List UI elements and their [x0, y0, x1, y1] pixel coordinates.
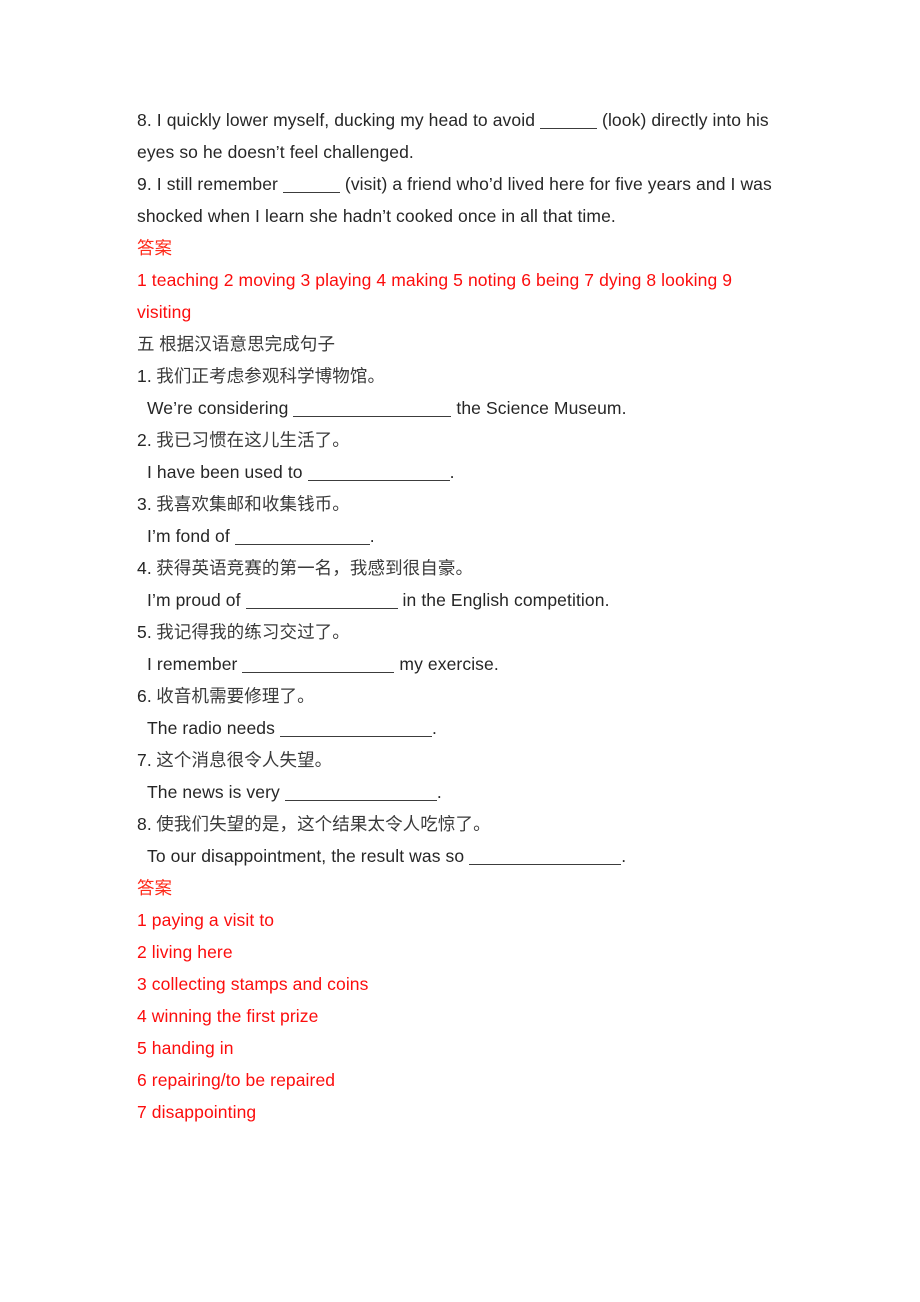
english-before: I remember: [147, 654, 238, 674]
worksheet-page: 8. I quickly lower myself, ducking my he…: [0, 0, 920, 1302]
english-after: .: [369, 526, 375, 546]
fill-blank[interactable]: [284, 800, 437, 801]
english-before: I’m proud of: [147, 590, 241, 610]
fill-blank[interactable]: [245, 608, 398, 609]
answer-line: 3 collecting stamps and coins: [137, 974, 369, 994]
english-before: I’m fond of: [147, 526, 230, 546]
answer-heading-section-five: 答案: [137, 878, 172, 898]
exercise-item-8: 8. I quickly lower myself, ducking my he…: [137, 104, 780, 168]
section-five-item-4-english: I’m proud of in the English competition.: [137, 584, 780, 616]
answer-line: 4 winning the first prize: [137, 1006, 319, 1026]
english-after: .: [449, 462, 455, 482]
answer-line: 2 living here: [137, 942, 233, 962]
chinese-prompt: 我喜欢集邮和收集钱币。: [156, 494, 350, 514]
section-five-item-5-english: I remember my exercise.: [137, 648, 780, 680]
chinese-prompt: 我们正考虑参观科学博物馆。: [156, 366, 386, 386]
item-number: 5.: [137, 622, 152, 642]
fill-blank[interactable]: [242, 672, 395, 673]
section-five-item-7-chinese: 7. 这个消息很令人失望。: [137, 744, 780, 776]
chinese-prompt: 使我们失望的是，这个结果太令人吃惊了。: [156, 814, 491, 834]
item-number: 3.: [137, 494, 152, 514]
chinese-prompt: 我已习惯在这儿生活了。: [156, 430, 350, 450]
english-before: The radio needs: [147, 718, 275, 738]
english-before: We’re considering: [147, 398, 289, 418]
fill-blank[interactable]: [234, 544, 370, 545]
section-five-heading: 五 根据汉语意思完成句子: [137, 334, 336, 354]
section-five-item-3-english: I’m fond of .: [137, 520, 780, 552]
section-five-item-1-chinese: 1. 我们正考虑参观科学博物馆。: [137, 360, 780, 392]
item-number: 1.: [137, 366, 152, 386]
section-five-item-6-chinese: 6. 收音机需要修理了。: [137, 680, 780, 712]
section-five-item-2-english: I have been used to .: [137, 456, 780, 488]
answer-line: 6 repairing/to be repaired: [137, 1070, 336, 1090]
answer-list-top: 1 teaching 2 moving 3 playing 4 making 5…: [137, 270, 733, 322]
english-after: in the English competition.: [402, 590, 610, 610]
english-after: .: [436, 782, 442, 802]
section-five-item-2-chinese: 2. 我已习惯在这儿生活了。: [137, 424, 780, 456]
fill-blank[interactable]: [293, 416, 452, 417]
english-before: The news is very: [147, 782, 280, 802]
section-five-item-1-english: We’re considering the Science Museum.: [137, 392, 780, 424]
chinese-prompt: 这个消息很令人失望。: [156, 750, 333, 770]
item-text-before: I quickly lower myself, ducking my head …: [156, 110, 536, 130]
answer-line: 1 paying a visit to: [137, 910, 275, 930]
english-before: To our disappointment, the result was so: [147, 846, 465, 866]
section-five-item-8-english: To our disappointment, the result was so…: [137, 840, 780, 872]
section-five-item-3-chinese: 3. 我喜欢集邮和收集钱币。: [137, 488, 780, 520]
item-number: 8.: [137, 814, 152, 834]
chinese-prompt: 我记得我的练习交过了。: [156, 622, 350, 642]
item-number: 7.: [137, 750, 152, 770]
english-after: .: [431, 718, 437, 738]
item-number: 9.: [137, 174, 152, 194]
section-five-item-7-english: The news is very .: [137, 776, 780, 808]
section-five-item-5-chinese: 5. 我记得我的练习交过了。: [137, 616, 780, 648]
section-five-item-8-chinese: 8. 使我们失望的是，这个结果太令人吃惊了。: [137, 808, 780, 840]
section-five-item-4-chinese: 4. 获得英语竞赛的第一名，我感到很自豪。: [137, 552, 780, 584]
answer-line: 7 disappointing: [137, 1102, 257, 1122]
fill-blank[interactable]: [469, 864, 622, 865]
english-after: .: [621, 846, 627, 866]
fill-blank[interactable]: [307, 480, 450, 481]
chinese-prompt: 获得英语竞赛的第一名，我感到很自豪。: [156, 558, 474, 578]
answer-heading-top: 答案: [137, 238, 172, 258]
item-text-before: I still remember: [156, 174, 278, 194]
section-five-item-6-english: The radio needs .: [137, 712, 780, 744]
item-number: 8.: [137, 110, 152, 130]
fill-blank[interactable]: [282, 192, 340, 193]
item-number: 6.: [137, 686, 152, 706]
english-before: I have been used to: [147, 462, 303, 482]
chinese-prompt: 收音机需要修理了。: [156, 686, 315, 706]
english-after: my exercise.: [399, 654, 499, 674]
answer-line: 5 handing in: [137, 1038, 234, 1058]
english-after: the Science Museum.: [456, 398, 627, 418]
exercise-item-9: 9. I still remember (visit) a friend who…: [137, 168, 780, 232]
item-number: 2.: [137, 430, 152, 450]
fill-blank[interactable]: [540, 128, 598, 129]
item-number: 4.: [137, 558, 152, 578]
fill-blank[interactable]: [279, 736, 432, 737]
